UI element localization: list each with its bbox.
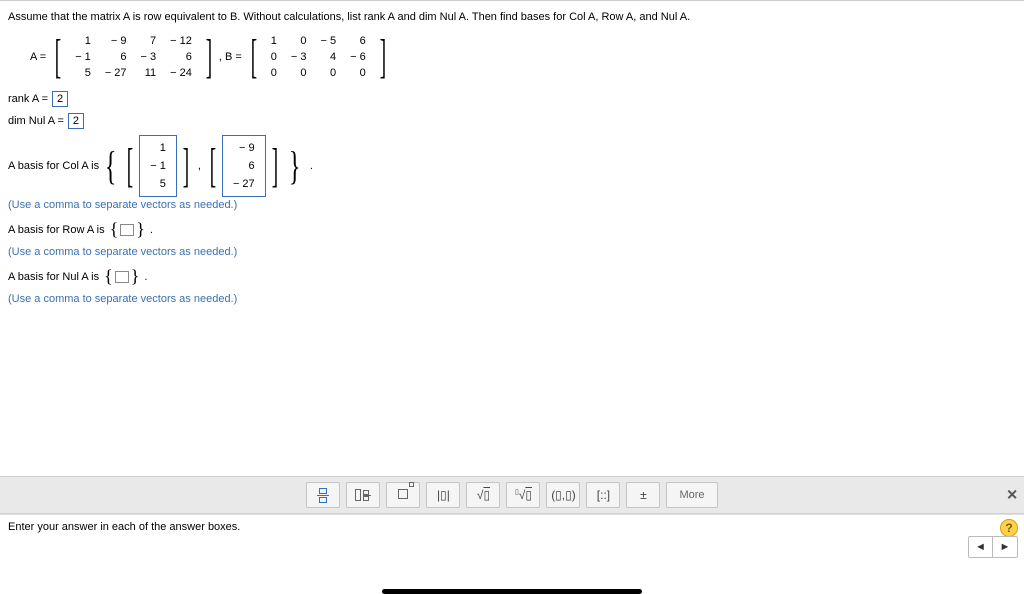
abs-button[interactable]: |▯| — [426, 482, 460, 508]
plusminus-button[interactable]: ± — [626, 482, 660, 508]
left-brace-icon: { — [109, 219, 120, 240]
question-text: Assume that the matrix A is row equivale… — [8, 11, 1016, 23]
next-button[interactable]: ► — [993, 537, 1017, 557]
right-brace-icon: } — [130, 266, 141, 287]
label-rank: rank A = — [8, 93, 48, 105]
left-bracket-icon: [ — [54, 33, 62, 81]
label-B: , B = — [219, 51, 242, 63]
hint-nul: (Use a comma to separate vectors as need… — [8, 293, 1016, 305]
problem-content: Assume that the matrix A is row equivale… — [0, 7, 1024, 305]
left-bracket-icon: [ — [127, 142, 133, 190]
right-bracket-icon: ] — [183, 142, 189, 190]
hint-col: (Use a comma to separate vectors as need… — [8, 199, 1016, 211]
drag-handle-icon — [382, 589, 642, 594]
right-brace-icon: } — [135, 219, 146, 240]
matrix-B: 10− 56 0− 34− 6 0000 — [264, 33, 373, 81]
col-vec2-input[interactable]: − 9 6 − 27 — [222, 135, 266, 197]
left-bracket-icon: [ — [210, 142, 216, 190]
col-vec1-input[interactable]: 1 − 1 5 — [139, 135, 177, 197]
row-basis-input[interactable] — [120, 224, 134, 236]
left-brace-icon: { — [104, 151, 118, 181]
sqrt-button[interactable]: √▯ — [466, 482, 500, 508]
more-button[interactable]: More — [666, 482, 717, 508]
rank-input[interactable]: 2 — [52, 91, 68, 107]
label-basis-nul: A basis for Nul A is — [8, 271, 99, 283]
label-dimnul: dim Nul A = — [8, 115, 64, 127]
close-toolbar-button[interactable]: ✕ — [1006, 487, 1018, 504]
help-button[interactable]: ? — [1000, 519, 1018, 537]
right-bracket-icon: ] — [205, 33, 213, 81]
tuple-button[interactable]: (▯,▯) — [546, 482, 580, 508]
exponent-button[interactable] — [386, 482, 420, 508]
matrix-button[interactable]: [::] — [586, 482, 620, 508]
left-bracket-icon: [ — [250, 33, 258, 81]
label-A: A = — [30, 51, 46, 63]
prev-button[interactable]: ◄ — [969, 537, 993, 557]
hint-row: (Use a comma to separate vectors as need… — [8, 246, 1016, 258]
math-toolbar: |▯| √▯ ▯√▯ (▯,▯) [::] ± More ✕ — [0, 476, 1024, 514]
label-basis-col: A basis for Col A is — [8, 160, 99, 172]
mixed-number-button[interactable] — [346, 482, 380, 508]
matrices: A = [ 1− 97− 12 − 16− 36 5− 2711− 24 ] ,… — [30, 33, 1016, 81]
pager: ◄ ► — [968, 536, 1018, 558]
left-brace-icon: { — [103, 266, 114, 287]
right-bracket-icon: ] — [271, 142, 277, 190]
nul-basis-input[interactable] — [115, 271, 129, 283]
dimnul-input[interactable]: 2 — [68, 113, 84, 129]
fraction-button[interactable] — [306, 482, 340, 508]
label-basis-row: A basis for Row A is — [8, 224, 105, 236]
right-bracket-icon: ] — [379, 33, 387, 81]
nroot-button[interactable]: ▯√▯ — [506, 482, 540, 508]
matrix-A: 1− 97− 12 − 16− 36 5− 2711− 24 — [68, 33, 199, 81]
right-brace-icon: } — [287, 151, 301, 181]
bottom-bar: Enter your answer in each of the answer … — [0, 514, 1024, 562]
enter-hint: Enter your answer in each of the answer … — [8, 521, 240, 533]
